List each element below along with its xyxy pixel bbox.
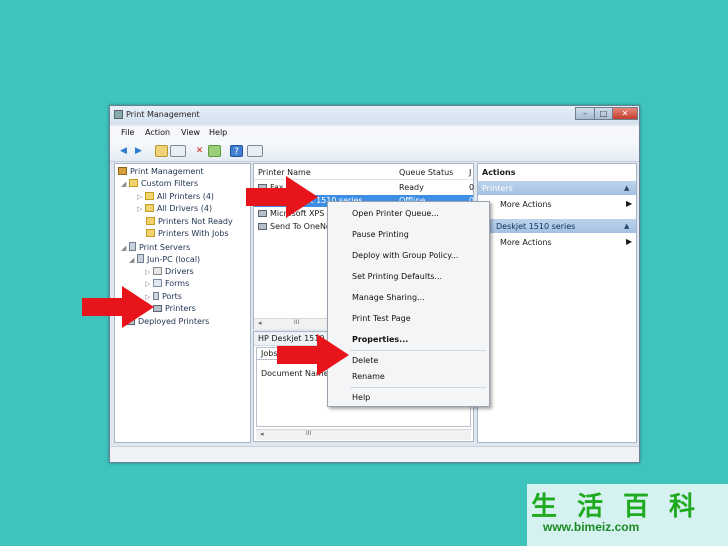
collapse-up-icon[interactable]: ▲ <box>624 184 629 192</box>
scroll-left-icon[interactable]: ◂ <box>258 319 262 327</box>
menu-item-pause-printing[interactable]: Pause Printing <box>352 230 409 239</box>
toolbar: ◀ ▶ ✕ ? <box>110 140 639 162</box>
delete-icon[interactable]: ✕ <box>193 145 206 157</box>
menu-item-deploy-group-policy[interactable]: Deploy with Group Policy... <box>352 251 458 260</box>
scroll-thumb[interactable]: III <box>306 430 311 437</box>
tree-item-print-management[interactable]: Print Management <box>118 167 204 176</box>
menu-item-print-test-page[interactable]: Print Test Page <box>352 314 411 323</box>
tree-item-custom-filters[interactable]: ◢ Custom Filters <box>121 179 198 188</box>
menu-item-set-printing-defaults[interactable]: Set Printing Defaults... <box>352 272 442 281</box>
menu-separator <box>350 387 486 388</box>
export-icon[interactable] <box>208 145 221 157</box>
menu-action[interactable]: Action <box>145 128 170 137</box>
menu-help[interactable]: Help <box>209 128 227 137</box>
printer-context-menu: Open Printer Queue... Pause Printing Dep… <box>327 201 490 407</box>
menu-item-delete[interactable]: Delete <box>352 356 378 365</box>
up-folder-icon[interactable] <box>155 145 168 157</box>
console-icon[interactable] <box>247 145 263 157</box>
horizontal-scrollbar[interactable]: ◂ III <box>256 429 471 440</box>
tree-item-jun-pc[interactable]: ◢ Jun-PC (local) <box>129 254 200 264</box>
tree-item-print-servers[interactable]: ◢ Print Servers <box>121 242 190 252</box>
filter-folder-icon <box>144 192 154 200</box>
watermark-char: 科 <box>669 492 696 522</box>
tree-item-printers[interactable]: Printers <box>153 304 196 313</box>
menu-item-manage-sharing[interactable]: Manage Sharing... <box>352 293 425 302</box>
expand-arrow-icon[interactable]: ◢ <box>121 244 126 252</box>
print-management-icon <box>118 167 127 175</box>
scroll-left-icon[interactable]: ◂ <box>260 430 264 438</box>
collapse-arrow-icon[interactable]: ▷ <box>137 205 142 213</box>
red-arrow-icon <box>277 334 349 376</box>
filter-folder-icon <box>128 179 138 187</box>
back-icon[interactable]: ◀ <box>117 145 130 157</box>
actions-section-deskjet[interactable]: Deskjet 1510 series ▲ <box>478 219 636 233</box>
menu-item-properties[interactable]: Properties... <box>352 335 408 344</box>
server-icon <box>136 254 144 263</box>
menu-item-help[interactable]: Help <box>352 393 370 402</box>
help-icon[interactable]: ? <box>230 145 243 157</box>
close-button[interactable]: ✕ <box>612 107 638 120</box>
expand-arrow-icon[interactable]: ◢ <box>129 256 134 264</box>
more-actions-deskjet[interactable]: More Actions ▶ <box>478 235 636 249</box>
menu-item-rename[interactable]: Rename <box>352 372 385 381</box>
maximize-button[interactable]: □ <box>594 107 613 120</box>
show-hide-tree-icon[interactable] <box>170 145 186 157</box>
printer-icon <box>258 222 270 231</box>
tree-item-all-drivers[interactable]: ▷ All Drivers (4) <box>137 204 212 213</box>
filter-folder-icon <box>144 204 154 212</box>
collapse-arrow-icon[interactable]: ▷ <box>137 193 142 201</box>
tree-item-printers-with-jobs[interactable]: Printers With Jobs <box>146 229 229 238</box>
red-arrow-icon <box>82 286 154 328</box>
title-bar[interactable]: Print Management – □ ✕ <box>110 106 639 124</box>
status-bar <box>110 446 639 462</box>
job-count: 0 <box>469 183 475 192</box>
filter-folder-icon <box>146 217 155 225</box>
menu-bar: File Action View Help <box>110 126 639 140</box>
forward-icon[interactable]: ▶ <box>132 145 145 157</box>
server-icon <box>128 242 136 251</box>
menu-separator <box>350 350 486 351</box>
minimize-button[interactable]: – <box>575 107 595 120</box>
queue-status: Ready <box>399 183 424 192</box>
printer-icon <box>153 305 162 312</box>
scroll-thumb[interactable]: III <box>294 319 299 326</box>
watermark-char: 活 <box>577 492 604 522</box>
actions-header: Actions <box>478 164 636 179</box>
submenu-arrow-icon: ▶ <box>626 237 633 246</box>
submenu-arrow-icon: ▶ <box>626 199 633 208</box>
red-arrow-icon <box>246 176 318 218</box>
tree-item-all-printers[interactable]: ▷ All Printers (4) <box>137 192 214 201</box>
collapse-arrow-icon[interactable]: ▷ <box>145 268 150 276</box>
menu-file[interactable]: File <box>121 128 134 137</box>
menu-item-open-printer-queue[interactable]: Open Printer Queue... <box>352 209 439 218</box>
forms-icon <box>152 279 162 287</box>
column-queue-status[interactable]: Queue Status <box>399 168 453 177</box>
watermark-url: www.bimeiz.com <box>543 520 640 534</box>
drivers-icon <box>152 267 162 275</box>
actions-section-printers[interactable]: Printers ▲ <box>478 181 636 195</box>
collapse-up-icon[interactable]: ▲ <box>624 222 629 230</box>
watermark-char: 生 <box>531 492 558 522</box>
menu-view[interactable]: View <box>181 128 200 137</box>
more-actions-printers[interactable]: More Actions ▶ <box>478 197 636 211</box>
app-icon <box>114 110 123 119</box>
tree-item-drivers[interactable]: ▷ Drivers <box>145 267 194 276</box>
actions-pane: Actions Printers ▲ More Actions ▶ Deskje… <box>477 163 637 443</box>
window-title: Print Management <box>126 110 200 119</box>
column-jobs[interactable]: J <box>469 168 471 177</box>
filter-folder-icon <box>146 229 155 237</box>
watermark-char: 百 <box>623 492 650 522</box>
tree-item-printers-not-ready[interactable]: Printers Not Ready <box>146 217 233 226</box>
expand-arrow-icon[interactable]: ◢ <box>121 180 126 188</box>
